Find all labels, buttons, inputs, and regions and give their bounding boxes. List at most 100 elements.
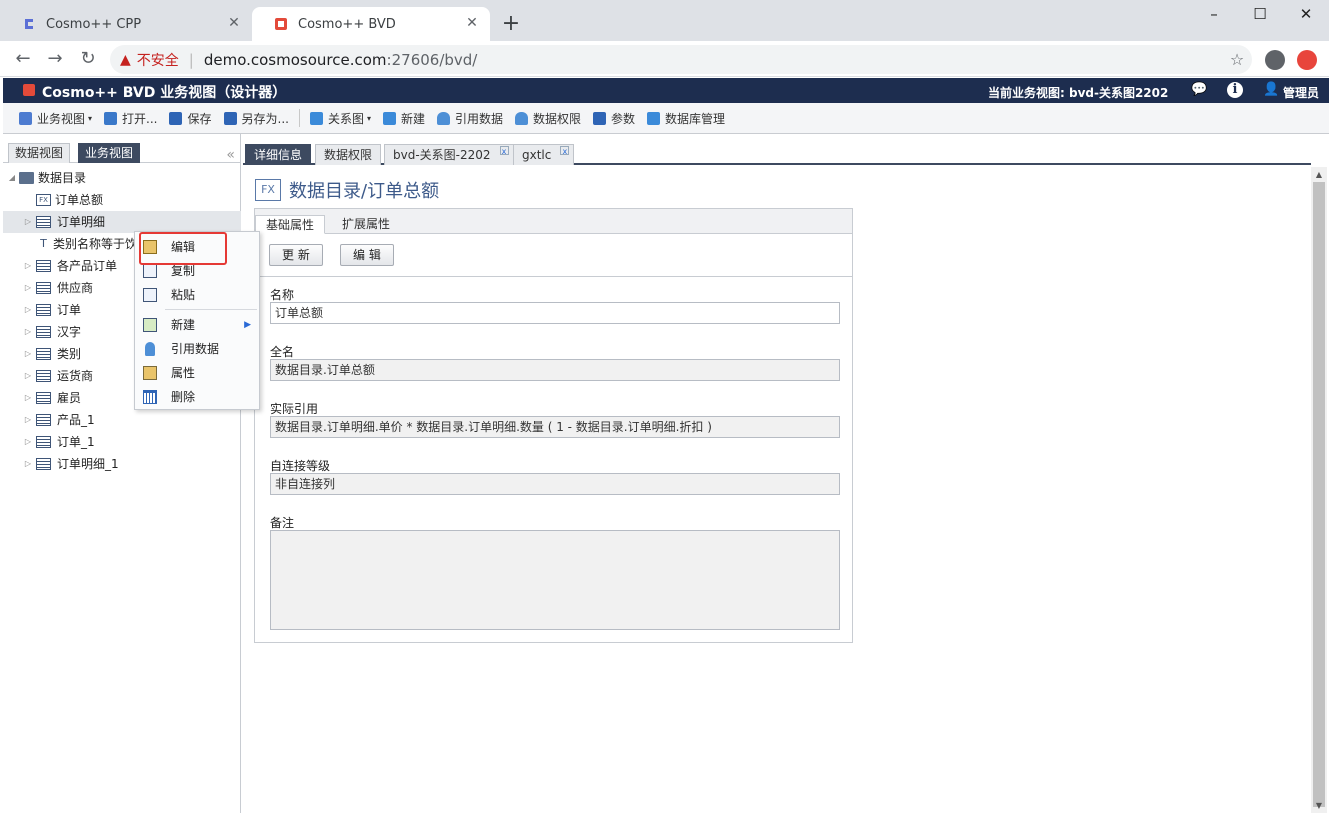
chat-icon[interactable]: 💬 (1191, 82, 1207, 98)
save-as-button[interactable]: 另存为... (218, 107, 295, 129)
properties-icon (143, 366, 157, 380)
permission-icon (515, 111, 529, 125)
tree-node-product-1[interactable]: ▷ 产品_1 (3, 409, 241, 431)
new-table-icon (143, 318, 157, 332)
window-close-button[interactable]: ✕ (1283, 4, 1329, 24)
menu-item-properties[interactable]: 属性 (135, 361, 259, 385)
tab-close-icon[interactable]: ✕ (226, 15, 242, 31)
fullname-field[interactable]: 数据目录.订单总额 (270, 359, 840, 381)
reference-field[interactable]: 数据目录.订单明细.单价 * 数据目录.订单明细.数量 ( 1 - 数据目录.订… (270, 416, 840, 438)
menu-item-delete[interactable]: 删除 (135, 385, 259, 409)
reference-label: 实际引用 (270, 402, 319, 416)
collapsed-arrow-icon[interactable]: ▷ (23, 321, 33, 343)
database-icon (145, 342, 155, 356)
update-button[interactable]: 更 新 (269, 244, 323, 266)
scroll-up-icon[interactable]: ▲ (1311, 167, 1327, 182)
info-icon[interactable]: i (1227, 82, 1243, 98)
tab-close-icon[interactable]: x (560, 146, 570, 156)
tab-bvd-diagram[interactable]: bvd-关系图-2202 x (384, 144, 514, 165)
toolbar-label: 参数 (611, 111, 636, 126)
back-icon[interactable]: ← (12, 48, 34, 70)
collapsed-arrow-icon[interactable]: ▷ (23, 343, 33, 365)
data-permission-button[interactable]: 数据权限 (509, 107, 587, 129)
scroll-thumb[interactable] (1313, 182, 1325, 807)
tab-close-icon[interactable]: x (499, 146, 509, 156)
menu-item-new[interactable]: 新建 ▶ (135, 313, 259, 337)
tree-node-root[interactable]: ◢ 数据目录 (3, 167, 241, 189)
filter-icon: T (40, 237, 47, 250)
table-icon (36, 458, 51, 470)
table-icon (36, 348, 51, 360)
collapse-panel-icon[interactable]: « (226, 147, 235, 163)
menu-item-paste[interactable]: 粘贴 (135, 283, 259, 307)
tab-label: bvd-关系图-2202 (393, 148, 491, 162)
note-textarea[interactable] (270, 530, 840, 630)
browser-tab-bvd[interactable]: Cosmo++ BVD ✕ (252, 7, 490, 41)
extension-update-icon[interactable] (1297, 50, 1317, 70)
relation-diagram-menu[interactable]: 关系图 ▾ (304, 107, 377, 129)
toolbar-label: 数据库管理 (665, 111, 726, 126)
business-view-menu[interactable]: 业务视图 ▾ (13, 107, 98, 129)
tree-node-orders-1[interactable]: ▷ 订单_1 (3, 431, 241, 453)
url-input[interactable]: ▲ 不安全 | demo.cosmosource.com :27606/bvd/… (110, 45, 1252, 74)
database-manage-button[interactable]: 数据库管理 (641, 107, 731, 129)
scroll-down-icon[interactable]: ▼ (1311, 798, 1327, 813)
bookmark-star-icon[interactable]: ☆ (1222, 50, 1252, 69)
page-title: FX 数据目录/订单总额 (255, 177, 439, 203)
main-toolbar: 业务视图 ▾ 打开... 保存 另存为... 关系图 ▾ 新建 引用数据 数据权限 … (3, 103, 1329, 134)
tree-node-order-total[interactable]: FX 订单总额 (3, 189, 241, 211)
collapsed-arrow-icon[interactable]: ▷ (23, 365, 33, 387)
tree-node-label: 产品_1 (57, 413, 95, 427)
url-separator: | (188, 50, 194, 69)
new-button[interactable]: 新建 (377, 107, 431, 129)
menu-item-reference-data[interactable]: 引用数据 (135, 337, 259, 361)
collapsed-arrow-icon[interactable]: ▷ (23, 277, 33, 299)
new-tab-button[interactable]: + (500, 11, 522, 37)
profile-avatar-icon[interactable] (1265, 50, 1285, 70)
collapsed-arrow-icon[interactable]: ▷ (23, 409, 33, 431)
form-button-row: 更 新 编 辑 (255, 234, 852, 277)
collapsed-arrow-icon[interactable]: ▷ (23, 255, 33, 277)
tree-node-label: 订单明细_1 (57, 457, 119, 471)
browser-tab-title: Cosmo++ CPP (46, 16, 142, 32)
window-maximize-button[interactable]: ☐ (1237, 4, 1283, 24)
expanded-arrow-icon[interactable]: ◢ (7, 167, 17, 189)
reference-data-button[interactable]: 引用数据 (431, 107, 509, 129)
open-button[interactable]: 打开... (98, 107, 163, 129)
toolbar-label: 新建 (400, 111, 425, 126)
tab-extended-properties[interactable]: 扩展属性 (332, 215, 400, 234)
tree-node-order-details-1[interactable]: ▷ 订单明细_1 (3, 453, 241, 475)
tab-close-icon[interactable]: ✕ (464, 15, 480, 31)
tree-node-order-details[interactable]: ▷ 订单明细 (3, 211, 241, 233)
name-field[interactable]: 订单总额 (270, 302, 840, 324)
tree-node-label: 类别名称等于饮 (53, 237, 138, 251)
tree-node-label: 订单 (57, 303, 82, 317)
window-minimize-button[interactable]: – (1191, 4, 1237, 24)
collapsed-arrow-icon[interactable]: ▷ (23, 453, 33, 475)
reload-icon[interactable]: ↻ (77, 48, 99, 70)
browser-tab-title: Cosmo++ BVD (298, 16, 396, 32)
collapsed-arrow-icon[interactable]: ▷ (23, 211, 33, 233)
tab-business-view[interactable]: 业务视图 (78, 143, 141, 163)
tree-node-label: 雇员 (57, 391, 82, 405)
self-join-field[interactable]: 非自连接列 (270, 473, 840, 495)
tab-basic-properties[interactable]: 基础属性 (255, 215, 326, 234)
vertical-scrollbar[interactable]: ▲ ▼ (1311, 167, 1327, 813)
params-button[interactable]: 参数 (587, 107, 641, 129)
save-button[interactable]: 保存 (163, 107, 217, 129)
collapsed-arrow-icon[interactable]: ▷ (23, 431, 33, 453)
browser-tab-cpp[interactable]: Cosmo++ CPP ✕ (0, 7, 252, 41)
params-icon (593, 111, 607, 125)
tab-detail-info[interactable]: 详细信息 (245, 144, 312, 165)
collapsed-arrow-icon[interactable]: ▷ (23, 387, 33, 409)
user-name[interactable]: 管理员 (1283, 84, 1319, 101)
collapsed-arrow-icon[interactable]: ▷ (23, 299, 33, 321)
toolbar-label: 保存 (187, 111, 212, 126)
edit-button[interactable]: 编 辑 (340, 244, 394, 266)
tab-gxtlc[interactable]: gxtlc x (513, 144, 575, 165)
tab-data-permission[interactable]: 数据权限 (315, 144, 382, 165)
forward-icon[interactable]: → (44, 48, 66, 70)
table-icon (36, 260, 51, 272)
insecure-label[interactable]: 不安全 (137, 50, 179, 70)
tab-data-view[interactable]: 数据视图 (8, 143, 71, 163)
